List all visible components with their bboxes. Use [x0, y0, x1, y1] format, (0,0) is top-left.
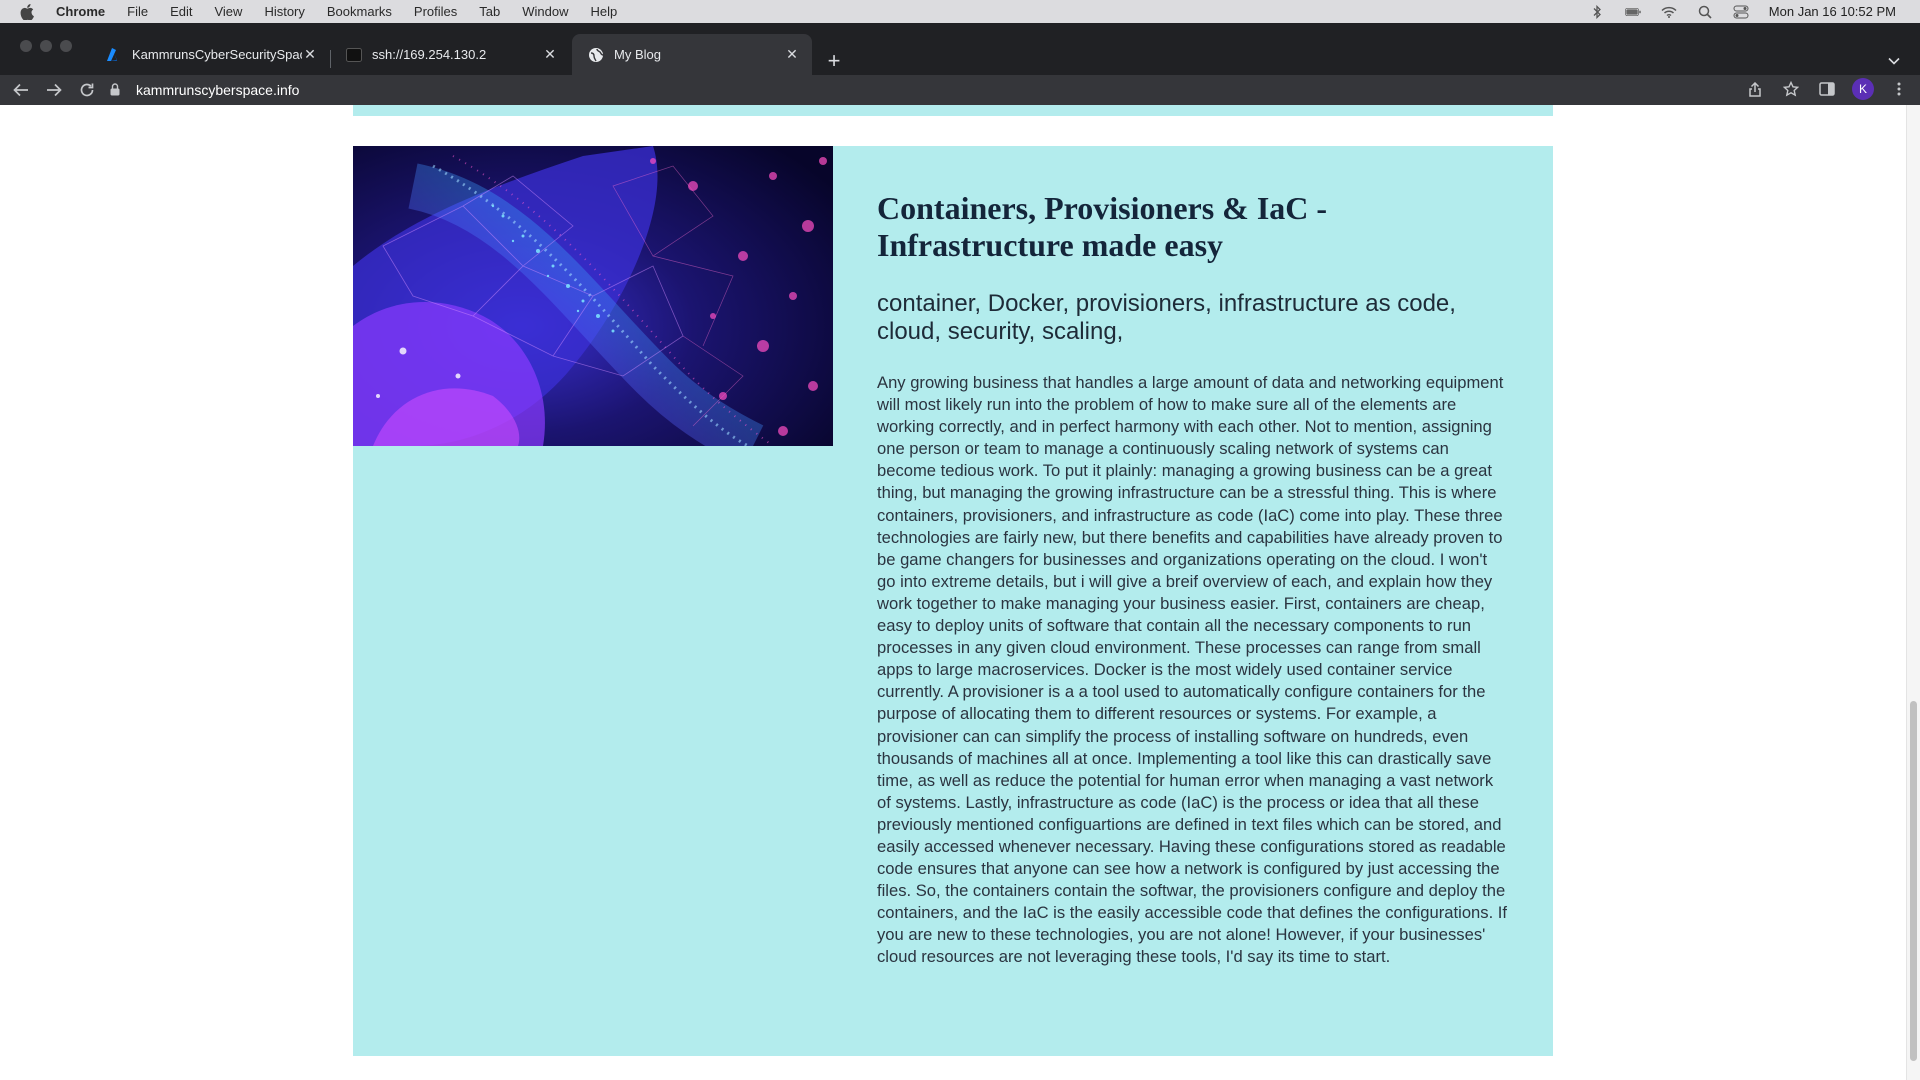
menu-profiles[interactable]: Profiles	[414, 4, 457, 19]
address-bar[interactable]: kammrunscyberspace.info	[110, 78, 1790, 102]
zoom-window-button[interactable]	[60, 40, 72, 52]
tab-title: ssh://169.254.130.2	[372, 47, 487, 62]
macos-menu-bar: Chrome File Edit View History Bookmarks …	[0, 0, 1920, 23]
post-body: Any growing business that handles a larg…	[877, 373, 1508, 967]
tab-search-icon[interactable]	[1884, 51, 1904, 71]
menu-view[interactable]: View	[214, 4, 242, 19]
menu-edit[interactable]: Edit	[170, 4, 192, 19]
tab-title: My Blog	[614, 47, 661, 62]
terminal-icon	[346, 47, 362, 63]
tab-ssh[interactable]: ssh://169.254.130.2 ✕	[330, 34, 570, 75]
bookmark-star-icon[interactable]	[1780, 78, 1802, 100]
menubar-clock[interactable]: Mon Jan 16 10:52 PM	[1769, 4, 1896, 19]
close-tab-icon[interactable]: ✕	[542, 46, 558, 63]
profile-avatar[interactable]: K	[1852, 78, 1874, 100]
chrome-tab-strip: KammrunsCyberSecuritySpace ✕ ssh://169.2…	[0, 23, 1920, 75]
lock-icon[interactable]	[110, 83, 124, 97]
more-menu-icon[interactable]	[1888, 78, 1910, 100]
tab-kammruns-cyber-security-space[interactable]: KammrunsCyberSecuritySpace ✕	[90, 34, 330, 75]
menu-bookmarks[interactable]: Bookmarks	[327, 4, 392, 19]
tab-my-blog[interactable]: My Blog ✕	[572, 34, 812, 75]
blog-post-card: Containers, Provisioners & IaC - Infrast…	[353, 146, 1553, 1056]
forward-arrow-icon[interactable]	[42, 78, 66, 102]
chrome-toolbar: kammrunscyberspace.info K	[0, 75, 1920, 105]
url-text: kammrunscyberspace.info	[136, 82, 300, 98]
share-icon[interactable]	[1744, 78, 1766, 100]
tab-title: KammrunsCyberSecuritySpace	[132, 47, 302, 62]
menubar-status-area: Mon Jan 16 10:52 PM	[1589, 4, 1920, 19]
toolbar-actions: K	[1744, 78, 1910, 100]
page-scrollbar[interactable]	[1906, 105, 1920, 1080]
azure-icon	[106, 47, 122, 63]
menu-window[interactable]: Window	[522, 4, 568, 19]
battery-icon[interactable]	[1624, 5, 1641, 19]
menu-history[interactable]: History	[264, 4, 304, 19]
side-panel-icon[interactable]	[1816, 78, 1838, 100]
menu-tab[interactable]: Tab	[479, 4, 500, 19]
close-tab-icon[interactable]: ✕	[302, 46, 318, 63]
post-title: Containers, Provisioners & IaC - Infrast…	[877, 190, 1328, 263]
new-tab-button[interactable]: +	[820, 47, 848, 75]
minimize-window-button[interactable]	[40, 40, 52, 52]
wifi-icon[interactable]	[1661, 5, 1677, 19]
post-tags: container, Docker, provisioners, infrast…	[877, 290, 1456, 345]
close-window-button[interactable]	[20, 40, 32, 52]
menu-file[interactable]: File	[127, 4, 148, 19]
network-mesh-illustration	[353, 146, 833, 446]
reload-icon[interactable]	[75, 78, 99, 102]
post-text-column: Containers, Provisioners & IaC - Infrast…	[877, 190, 1507, 969]
post-hero-image	[353, 146, 833, 446]
previous-post-card	[353, 105, 1553, 116]
menu-app-name[interactable]: Chrome	[56, 4, 105, 19]
page-viewport: Containers, Provisioners & IaC - Infrast…	[0, 105, 1920, 1080]
globe-icon	[588, 47, 604, 63]
scrollbar-thumb[interactable]	[1910, 701, 1917, 1061]
spotlight-search-icon[interactable]	[1697, 5, 1713, 19]
apple-icon[interactable]	[20, 4, 34, 20]
window-controls	[20, 40, 72, 52]
menu-help[interactable]: Help	[591, 4, 618, 19]
bluetooth-icon[interactable]	[1589, 4, 1605, 19]
control-center-icon[interactable]	[1733, 5, 1749, 19]
close-tab-icon[interactable]: ✕	[784, 46, 800, 63]
back-arrow-icon[interactable]	[9, 78, 33, 102]
